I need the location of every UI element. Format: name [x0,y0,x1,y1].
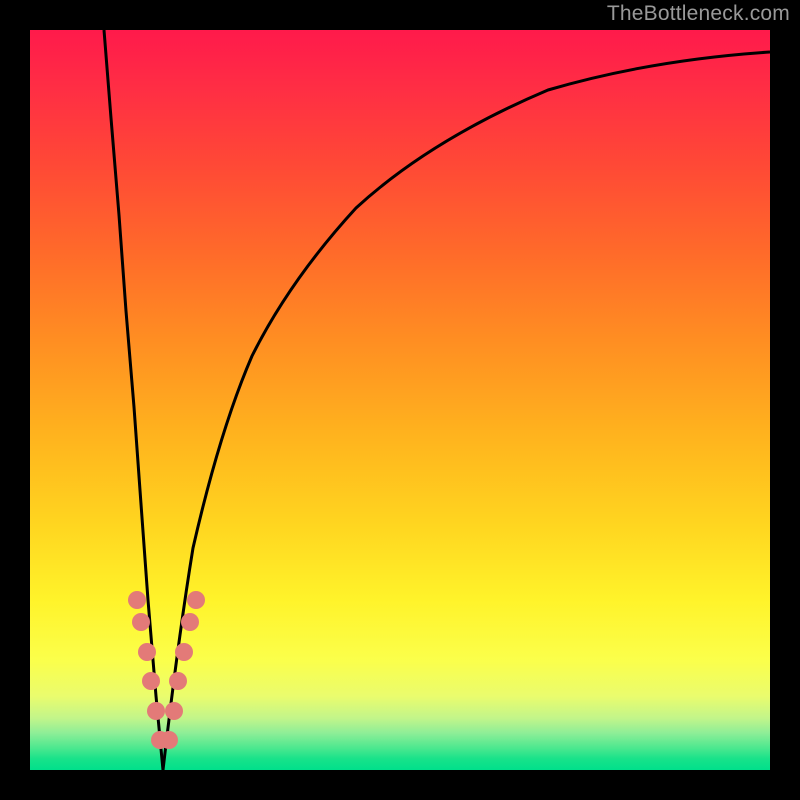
curve-right-branch [163,52,770,770]
marker-dot [181,613,199,631]
marker-dot [187,591,205,609]
chart-plot-area [30,30,770,770]
chart-curves-svg [30,30,770,770]
marker-dot [147,702,165,720]
chart-frame: TheBottleneck.com [0,0,800,800]
curve-left-branch [104,30,163,770]
marker-dot [132,613,150,631]
marker-dot [160,731,178,749]
marker-dot [169,672,187,690]
marker-dot [175,643,193,661]
marker-group [128,591,205,749]
marker-dot [128,591,146,609]
watermark-text: TheBottleneck.com [607,2,790,26]
marker-dot [142,672,160,690]
marker-dot [165,702,183,720]
marker-dot [138,643,156,661]
